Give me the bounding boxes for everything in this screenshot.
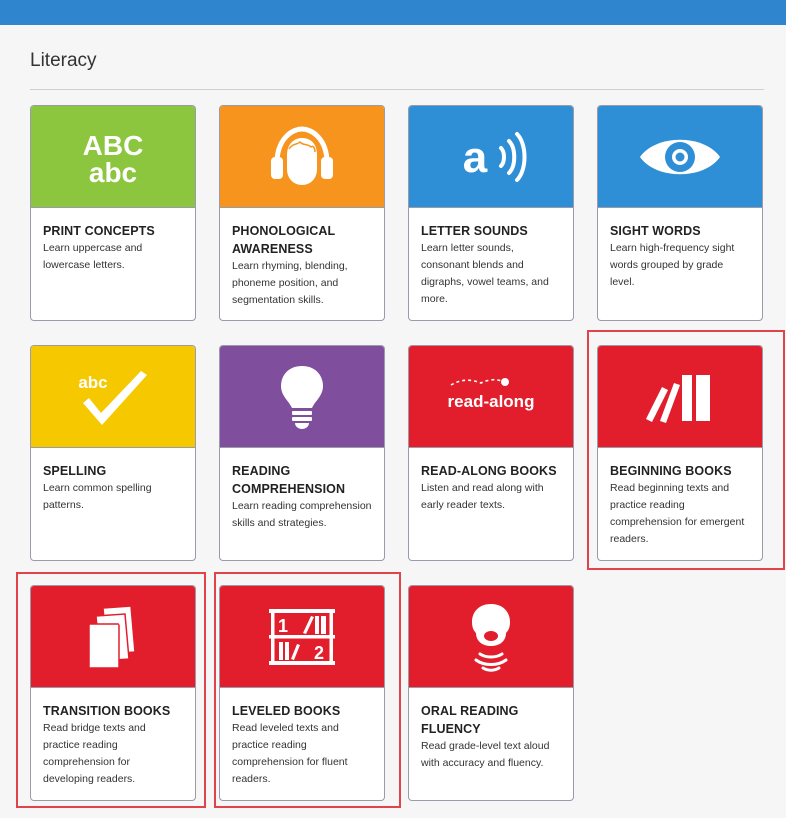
card-title: ORAL READING FLUENCY [421,704,519,736]
card-banner: 1 2 [220,586,384,688]
speaking-head-icon [472,603,510,672]
abc-checkmark-icon: abc [78,370,147,425]
card-banner [598,106,762,208]
eye-icon [640,139,720,174]
book-stack-icon [88,604,136,669]
card-leveled-books[interactable]: 1 2 LEVELED BOOKS Read leveled texts and… [219,585,385,801]
card-banner [31,586,195,688]
card-banner: read-along [409,346,573,448]
icon-text: read-along [448,392,535,411]
card-title: PRINT CONCEPTS [43,224,155,238]
headphones-head-icon [271,125,333,185]
card-phonological-awareness[interactable]: PHONOLOGICAL AWARENESS Learn rhyming, bl… [219,105,385,321]
abc-letters-icon: ABC abc [83,130,144,187]
card-reading-comprehension[interactable]: READING COMPREHENSION Learn reading comp… [219,345,385,561]
card-banner [409,586,573,688]
icon-text: abc [78,373,107,392]
card-description: Learn uppercase and lowercase letters. [43,242,143,271]
card-title: LETTER SOUNDS [421,224,528,238]
card-title: READ-ALONG BOOKS [421,464,557,478]
section-divider [30,89,764,90]
lightbulb-icon [281,365,323,429]
card-description: Listen and read along with early reader … [421,482,544,511]
card-description: Learn rhyming, blending, phoneme positio… [232,260,348,306]
card-banner: ABC abc [31,106,195,208]
card-banner: abc [31,346,195,448]
card-banner [220,106,384,208]
icon-letter-text: a [463,133,488,182]
card-spelling[interactable]: abc SPELLING Learn common spelling patte… [30,345,196,561]
card-beginning-books[interactable]: BEGINNING BOOKS Read beginning texts and… [597,345,763,561]
card-title: PHONOLOGICAL AWARENESS [232,224,336,256]
card-banner [598,346,762,448]
card-description: Learn letter sounds, consonant blends an… [421,242,549,305]
card-description: Read grade-level text aloud with accurac… [421,740,550,769]
card-oral-reading-fluency[interactable]: ORAL READING FLUENCY Read grade-level te… [408,585,574,801]
icon-num-2: 2 [314,643,324,663]
card-title: SIGHT WORDS [610,224,701,238]
card-sight-words[interactable]: SIGHT WORDS Learn high-frequency sight w… [597,105,763,321]
read-along-icon: read-along [448,377,535,411]
card-banner: a [409,106,573,208]
card-read-along-books[interactable]: read-along READ-ALONG BOOKS Listen and r… [408,345,574,561]
card-banner [220,346,384,448]
card-transition-books[interactable]: TRANSITION BOOKS Read bridge texts and p… [30,585,196,801]
card-title: SPELLING [43,464,107,478]
card-title: BEGINNING BOOKS [610,464,732,478]
leaning-books-icon [646,374,710,423]
card-description: Read leveled texts and practice reading … [232,722,348,785]
card-title: TRANSITION BOOKS [43,704,171,718]
icon-lower-text: abc [89,157,137,187]
card-description: Learn high-frequency sight words grouped… [610,242,735,288]
bookshelf-icon: 1 2 [269,608,335,665]
card-description: Read beginning texts and practice readin… [610,482,745,545]
card-description: Read bridge texts and practice reading c… [43,722,146,785]
card-print-concepts[interactable]: ABC abc PRINT CONCEPTS Learn uppercase a… [30,105,196,321]
card-title: LEVELED BOOKS [232,704,341,718]
card-letter-sounds[interactable]: a LETTER SOUNDS Learn letter sounds, con… [408,105,574,321]
card-description: Learn reading comprehension skills and s… [232,500,372,529]
icon-num-1: 1 [278,616,288,636]
section-title: Literacy [30,50,97,71]
top-bar [0,0,786,25]
card-title: READING COMPREHENSION [232,464,346,496]
letter-sound-icon: a [463,131,527,182]
card-description: Learn common spelling patterns. [43,482,152,511]
